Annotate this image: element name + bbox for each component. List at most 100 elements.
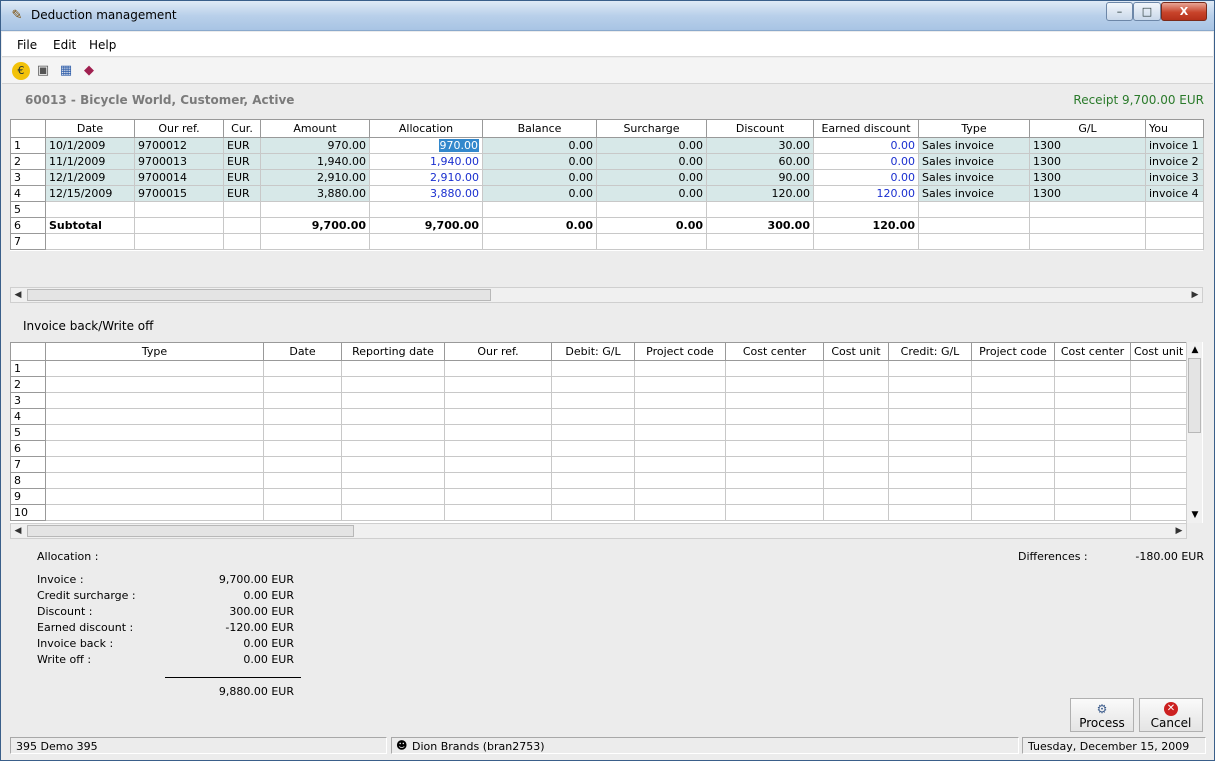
cell[interactable]	[45, 472, 264, 489]
cell[interactable]	[551, 504, 635, 521]
table-row[interactable]: 4 12/15/2009 9700015 EUR 3,880.00 3,880.…	[10, 185, 1204, 202]
menu-file[interactable]: File	[17, 38, 37, 52]
cell[interactable]	[634, 456, 726, 473]
cell[interactable]	[45, 504, 264, 521]
cell[interactable]	[341, 440, 445, 457]
cell[interactable]	[725, 424, 824, 441]
allocation-input[interactable]: 970.00	[369, 137, 483, 154]
scroll-thumb[interactable]	[27, 289, 491, 301]
cell[interactable]	[263, 392, 342, 409]
scroll-up-icon[interactable]: ▲	[1188, 343, 1202, 357]
col-currency[interactable]: Cur.	[223, 119, 261, 138]
cell[interactable]: 9700014	[134, 169, 224, 186]
cell[interactable]	[823, 376, 889, 393]
cell[interactable]	[971, 424, 1055, 441]
table-row[interactable]: 1	[10, 360, 1189, 377]
cell[interactable]	[551, 472, 635, 489]
scroll-left-icon[interactable]: ◀	[11, 288, 25, 302]
maximize-button[interactable]: □	[1133, 2, 1161, 21]
cell[interactable]	[263, 376, 342, 393]
cell[interactable]	[341, 392, 445, 409]
cell[interactable]	[634, 504, 726, 521]
cell[interactable]	[725, 408, 824, 425]
cell[interactable]	[725, 392, 824, 409]
cell[interactable]	[725, 488, 824, 505]
cell[interactable]	[444, 424, 552, 441]
cell[interactable]	[634, 376, 726, 393]
table-row[interactable]: 3 12/1/2009 9700014 EUR 2,910.00 2,910.0…	[10, 169, 1204, 186]
col-project-code[interactable]: Project code	[634, 342, 726, 361]
cell[interactable]	[1130, 424, 1189, 441]
cell[interactable]	[1054, 392, 1131, 409]
cell[interactable]	[823, 472, 889, 489]
cell[interactable]	[725, 472, 824, 489]
cell[interactable]	[45, 488, 264, 505]
cell[interactable]: Sales invoice	[918, 153, 1030, 170]
cell[interactable]	[1130, 504, 1189, 521]
col-our-ref[interactable]: Our ref.	[134, 119, 224, 138]
cell[interactable]	[888, 376, 972, 393]
cell[interactable]	[725, 456, 824, 473]
table-row[interactable]: 7	[10, 456, 1189, 473]
col-your-ref[interactable]: You	[1145, 119, 1204, 138]
cell[interactable]	[888, 392, 972, 409]
cell[interactable]	[823, 504, 889, 521]
cell[interactable]	[888, 456, 972, 473]
table-row[interactable]: 6	[10, 440, 1189, 457]
cell[interactable]	[1054, 408, 1131, 425]
cell[interactable]: EUR	[223, 169, 261, 186]
cell[interactable]	[1130, 408, 1189, 425]
cell[interactable]	[971, 440, 1055, 457]
cell[interactable]	[823, 360, 889, 377]
cell[interactable]: Sales invoice	[918, 169, 1030, 186]
cell[interactable]	[1054, 472, 1131, 489]
cell[interactable]: 9700015	[134, 185, 224, 202]
cell[interactable]	[45, 360, 264, 377]
cell[interactable]: 10/1/2009	[45, 137, 135, 154]
cell[interactable]: Sales invoice	[918, 185, 1030, 202]
cell[interactable]: 1300	[1029, 137, 1146, 154]
col-gl[interactable]: G/L	[1029, 119, 1146, 138]
cell[interactable]	[45, 376, 264, 393]
cell[interactable]	[823, 488, 889, 505]
table-row[interactable]: 2 11/1/2009 9700013 EUR 1,940.00 1,940.0…	[10, 153, 1204, 170]
table-row[interactable]: 2	[10, 376, 1189, 393]
cancel-button[interactable]: ✕ Cancel	[1139, 698, 1203, 732]
cell[interactable]: Sales invoice	[918, 137, 1030, 154]
cell[interactable]: EUR	[223, 137, 261, 154]
cell[interactable]	[823, 392, 889, 409]
cell[interactable]: 9700013	[134, 153, 224, 170]
scroll-down-icon[interactable]: ▼	[1188, 508, 1202, 522]
cell[interactable]: 12/1/2009	[45, 169, 135, 186]
book-icon[interactable]: ◆	[80, 62, 98, 80]
cell[interactable]: 1300	[1029, 153, 1146, 170]
allocation-input[interactable]: 2,910.00	[369, 169, 483, 186]
cell[interactable]	[634, 392, 726, 409]
col-discount[interactable]: Discount	[706, 119, 814, 138]
cell[interactable]	[634, 472, 726, 489]
cell[interactable]	[888, 504, 972, 521]
table-row[interactable]: 4	[10, 408, 1189, 425]
cell[interactable]	[444, 392, 552, 409]
table-row[interactable]: 5	[10, 201, 1204, 218]
allocation-input[interactable]: 1,940.00	[369, 153, 483, 170]
table-row[interactable]: 9	[10, 488, 1189, 505]
cell[interactable]	[341, 504, 445, 521]
cell[interactable]	[263, 440, 342, 457]
cell[interactable]	[551, 392, 635, 409]
cell[interactable]: EUR	[223, 185, 261, 202]
cell[interactable]	[263, 408, 342, 425]
cell[interactable]	[888, 440, 972, 457]
cell[interactable]	[1054, 456, 1131, 473]
col-cost-center[interactable]: Cost center	[725, 342, 824, 361]
cell[interactable]	[725, 376, 824, 393]
cell[interactable]: 0.00	[596, 137, 707, 154]
camera-icon[interactable]: ▣	[34, 62, 52, 80]
cell[interactable]	[634, 440, 726, 457]
col-allocation[interactable]: Allocation	[369, 119, 483, 138]
cell[interactable]: 90.00	[706, 169, 814, 186]
col-surcharge[interactable]: Surcharge	[596, 119, 707, 138]
col-earned-discount[interactable]: Earned discount	[813, 119, 919, 138]
cell[interactable]	[341, 360, 445, 377]
cell[interactable]	[1054, 488, 1131, 505]
